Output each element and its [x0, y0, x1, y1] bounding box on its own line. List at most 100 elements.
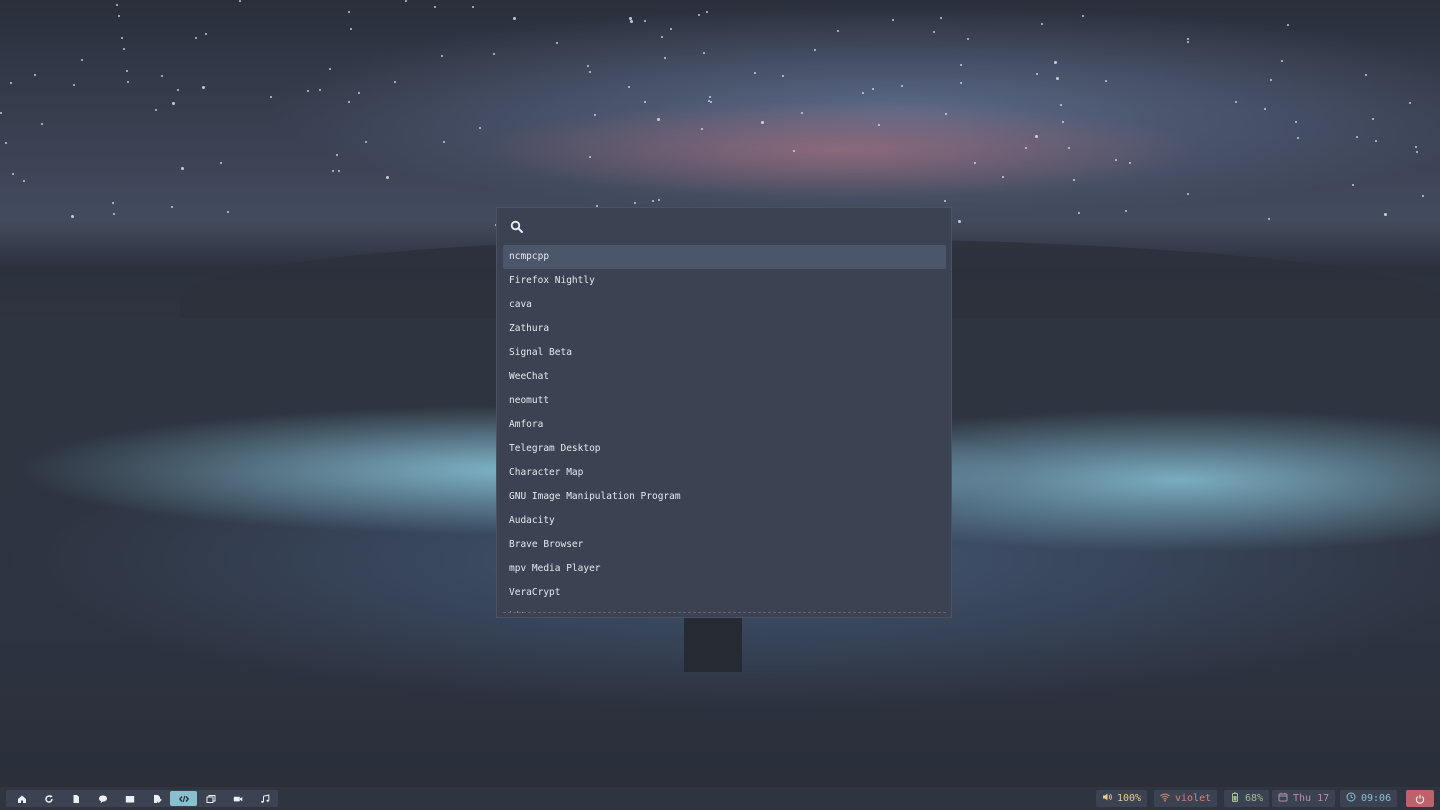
- star: [1187, 38, 1189, 40]
- star: [121, 37, 123, 39]
- star: [172, 102, 175, 105]
- star: [161, 75, 163, 77]
- star: [23, 180, 25, 182]
- star: [644, 101, 646, 103]
- star: [862, 92, 864, 94]
- star: [1287, 24, 1289, 26]
- star: [126, 70, 128, 72]
- star: [1268, 218, 1270, 220]
- launcher-item[interactable]: ncmpcpp: [503, 245, 946, 269]
- workspace-button-8[interactable]: [197, 791, 224, 806]
- star: [589, 156, 591, 158]
- star: [967, 38, 969, 40]
- launcher-item[interactable]: neomutt: [503, 389, 946, 413]
- star: [350, 28, 352, 30]
- star: [220, 162, 222, 164]
- clock-indicator[interactable]: 09:06: [1340, 790, 1398, 807]
- battery-level: 68%: [1245, 793, 1264, 804]
- workspace-button-5[interactable]: [116, 791, 143, 806]
- workspace-button-10[interactable]: [251, 791, 278, 806]
- star: [940, 17, 942, 19]
- wifi-icon: [1160, 792, 1170, 805]
- star: [270, 96, 272, 98]
- star: [754, 72, 756, 74]
- star: [332, 170, 334, 172]
- star: [793, 150, 795, 152]
- launcher-item[interactable]: Signal Beta: [503, 341, 946, 365]
- launcher-item[interactable]: VeraCrypt: [503, 581, 946, 605]
- code-icon: [178, 789, 189, 808]
- music-icon: [260, 789, 270, 808]
- star: [1129, 162, 1131, 164]
- star: [1295, 121, 1297, 123]
- launcher-item[interactable]: Character Map: [503, 461, 946, 485]
- star: [1375, 140, 1377, 142]
- star: [113, 213, 115, 215]
- star: [837, 30, 839, 32]
- star: [872, 88, 874, 90]
- star: [12, 173, 14, 175]
- star: [814, 49, 816, 51]
- launcher-item[interactable]: cava: [503, 293, 946, 317]
- launcher-item[interactable]: Brave Browser: [503, 533, 946, 557]
- star: [513, 17, 516, 20]
- star: [1409, 102, 1411, 104]
- star: [177, 89, 179, 91]
- launcher-item[interactable]: Zathura: [503, 317, 946, 341]
- star: [901, 85, 903, 87]
- date-indicator[interactable]: Thu 17: [1272, 790, 1336, 807]
- star: [386, 176, 389, 179]
- star: [116, 4, 118, 6]
- star: [479, 127, 481, 129]
- star: [1035, 135, 1038, 138]
- launcher-item[interactable]: mpv Media Player: [503, 557, 946, 581]
- launcher-item[interactable]: GNU Image Manipulation Program: [503, 485, 946, 509]
- volume-level: 100%: [1117, 793, 1142, 804]
- star: [1270, 79, 1272, 81]
- file-icon: [71, 789, 81, 808]
- star: [958, 220, 961, 223]
- star: [394, 81, 396, 83]
- workspace-button-1[interactable]: [8, 791, 35, 806]
- power-button[interactable]: [1406, 790, 1434, 807]
- workspace-button-6[interactable]: [143, 791, 170, 806]
- battery-icon: [1230, 792, 1240, 805]
- star: [319, 89, 321, 91]
- launcher-search-input[interactable]: [534, 214, 941, 238]
- star: [336, 154, 338, 156]
- star: [1372, 118, 1374, 120]
- star: [73, 84, 75, 86]
- star: [493, 53, 495, 55]
- launcher-item[interactable]: Telegram Desktop: [503, 437, 946, 461]
- launcher-item[interactable]: Firefox Nightly: [503, 269, 946, 293]
- volume-indicator[interactable]: 100%: [1096, 790, 1148, 807]
- star: [658, 199, 660, 201]
- taskbar: 100% violet 68% Thu 17 09:06: [0, 787, 1440, 810]
- star: [1078, 212, 1080, 214]
- star: [670, 28, 672, 30]
- star: [1187, 41, 1189, 43]
- star: [892, 19, 894, 21]
- launcher-item[interactable]: Amfora: [503, 413, 946, 437]
- star: [556, 42, 558, 44]
- workspace-button-4[interactable]: [89, 791, 116, 806]
- workspace-button-7[interactable]: [170, 791, 197, 806]
- star: [1060, 104, 1062, 106]
- volume-icon: [1102, 792, 1112, 805]
- star: [329, 68, 331, 70]
- launcher-item[interactable]: WeeChat: [503, 365, 946, 389]
- star: [706, 11, 708, 13]
- star: [123, 48, 125, 50]
- launcher-item[interactable]: Audacity: [503, 509, 946, 533]
- wallpaper-post: [684, 612, 742, 672]
- star: [1054, 61, 1057, 64]
- wifi-indicator[interactable]: violet: [1154, 790, 1218, 807]
- battery-indicator: 68%: [1224, 790, 1270, 807]
- star: [878, 124, 880, 126]
- star: [1365, 74, 1367, 76]
- workspace-button-2[interactable]: [35, 791, 62, 806]
- star: [661, 36, 663, 38]
- workspace-button-3[interactable]: [62, 791, 89, 806]
- star: [634, 202, 636, 204]
- workspace-button-9[interactable]: [224, 791, 251, 806]
